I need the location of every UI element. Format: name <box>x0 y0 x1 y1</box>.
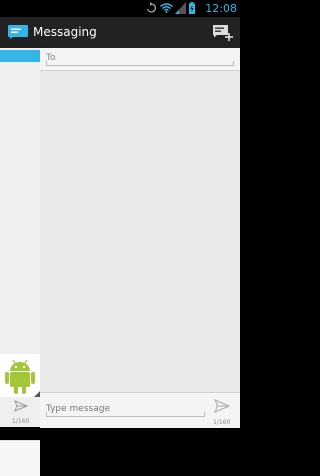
send-icon[interactable] <box>14 400 28 412</box>
app-title: Messaging <box>33 25 97 39</box>
compose-bar: 1/160 <box>40 392 240 428</box>
recipient-input[interactable] <box>46 51 233 66</box>
clock: 12:08 <box>205 2 237 15</box>
field-edge <box>204 412 205 417</box>
field-edge <box>46 61 47 66</box>
char-counter: 1/160 <box>213 419 231 426</box>
status-bar: 12:08 <box>0 0 240 17</box>
send-button[interactable] <box>214 399 230 413</box>
wifi-icon <box>160 3 173 13</box>
action-bar: Messaging <box>0 17 240 48</box>
previous-compose-bar <box>0 440 40 476</box>
conversation-panel: 1/160 <box>40 48 240 428</box>
battery-icon <box>189 2 195 14</box>
field-edge <box>46 412 47 417</box>
new-message-button[interactable] <box>211 21 235 43</box>
previous-conversation-panel[interactable] <box>0 48 40 476</box>
sync-icon <box>146 2 156 13</box>
contact-avatar[interactable] <box>0 354 40 397</box>
messaging-icon[interactable] <box>8 25 28 39</box>
signal-icon <box>175 2 186 14</box>
field-edge <box>233 61 234 66</box>
char-counter: 1/160 <box>12 418 30 425</box>
message-input[interactable] <box>46 402 204 417</box>
recipient-bar <box>40 48 240 71</box>
selected-item-highlight <box>0 50 40 62</box>
